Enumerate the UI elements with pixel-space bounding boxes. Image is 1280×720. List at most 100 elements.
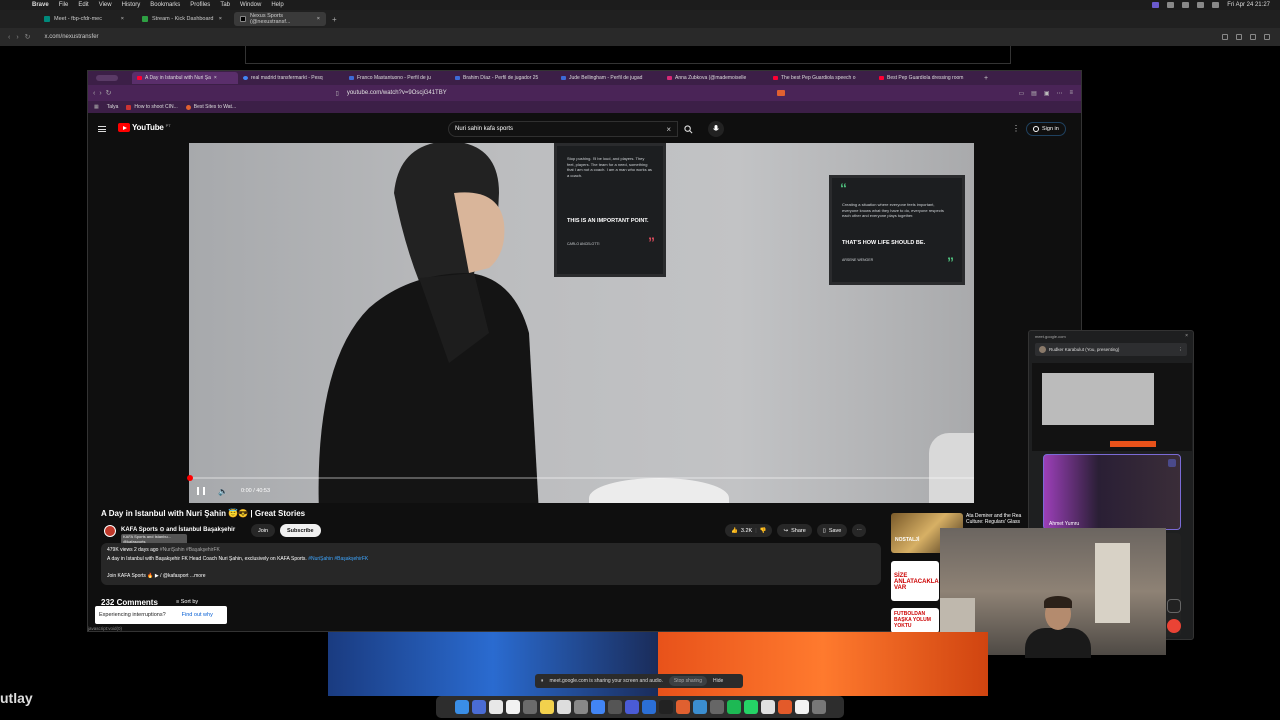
nav-arrows-icon[interactable]: ‹›↻ xyxy=(8,33,37,41)
whatsapp-icon[interactable] xyxy=(743,700,758,714)
related-thumbnail-2[interactable]: SİZE ANLATACAKLARIM VAR xyxy=(891,561,939,601)
related-thumbnail-3[interactable]: FUTBOLDAN BAŞKA YOLUM YOKTU xyxy=(891,608,939,633)
extensions-icon[interactable] xyxy=(1264,34,1270,40)
sign-in-button[interactable]: Sign in xyxy=(1026,122,1066,136)
volume-icon[interactable]: 🔈 xyxy=(218,487,228,496)
outer-tab-x[interactable]: Nexus Sports (@nexustransf... × xyxy=(234,12,326,26)
hide-button[interactable]: Hide xyxy=(713,678,723,684)
terminal-icon[interactable] xyxy=(658,700,673,714)
close-icon[interactable]: × xyxy=(219,16,222,22)
trash-icon[interactable] xyxy=(811,700,826,714)
new-tab-icon[interactable]: + xyxy=(332,15,337,24)
inner-tab-transfermarkt-2[interactable]: Brahim Díaz - Perfil de jugador 25 xyxy=(450,72,556,84)
brave-shield-icon[interactable] xyxy=(776,90,785,96)
close-icon[interactable]: × xyxy=(214,75,217,81)
brave-beta-icon[interactable] xyxy=(777,700,792,714)
menu-profiles[interactable]: Profiles xyxy=(190,2,210,8)
search-button[interactable] xyxy=(678,121,698,137)
menu-clock[interactable]: Fri Apr 24 21:27 xyxy=(1227,2,1270,8)
find-out-why-link[interactable]: Find out why xyxy=(182,612,213,618)
channel-name[interactable]: KAFA Sports ⊙ and İstanbul Başakşehir xyxy=(121,526,235,533)
reminders-icon[interactable] xyxy=(556,700,571,714)
menu-help[interactable]: Help xyxy=(271,2,283,8)
bookmark-talya[interactable]: Talya xyxy=(107,104,119,110)
share-button[interactable]: ↪ Share xyxy=(777,524,812,537)
hashtags[interactable]: #NuriŞahin #BaşakşehirFK xyxy=(308,556,368,562)
inner-tab-youtube-3[interactable]: Best Pep Guardiola dressing room xyxy=(874,72,980,84)
cast-icon[interactable] xyxy=(1222,34,1228,40)
inner-tab-transfermarkt-1[interactable]: Franco Mastantuono - Perfil de ju xyxy=(344,72,450,84)
youtube-logo[interactable]: YouTube PT xyxy=(118,123,171,132)
channel-avatar[interactable] xyxy=(104,525,116,537)
bookmark-icon[interactable]: ▯ xyxy=(336,90,339,97)
inner-tab-google[interactable]: real madrid transfermarkt - Pesq xyxy=(238,72,344,84)
join-button[interactable]: Join xyxy=(251,524,276,537)
calendar-icon[interactable] xyxy=(505,700,520,714)
description-box[interactable]: 479K views 2 days ago #NuriŞahin #Başakş… xyxy=(101,543,881,585)
photos-icon[interactable] xyxy=(488,700,503,714)
vscode-icon[interactable] xyxy=(641,700,656,714)
utility-icon[interactable] xyxy=(709,700,724,714)
outer-tab-meet[interactable]: Meet - fbp-cfdr-mec × xyxy=(38,12,130,26)
screen-share-icon[interactable] xyxy=(1152,2,1160,8)
description-join-line[interactable]: Join KAFA Sports 🔥 ▶ / @kafasport ...mor… xyxy=(107,573,206,579)
video-player[interactable]: Stop pushing. I'll be loud, and players.… xyxy=(189,143,974,503)
brave-shield-icon[interactable] xyxy=(1250,34,1256,40)
more-icon[interactable]: ⋮ xyxy=(1179,347,1184,353)
save-button[interactable]: ▯ Save xyxy=(816,524,848,537)
subscribe-button[interactable]: Subscribe xyxy=(280,524,321,537)
bookmark-icon[interactable] xyxy=(1236,34,1242,40)
battery-icon[interactable] xyxy=(1182,2,1190,8)
grid-icon[interactable]: ▦ xyxy=(94,104,99,110)
teams-icon[interactable] xyxy=(624,700,639,714)
menu-icon[interactable]: ⋯ xyxy=(1056,90,1062,97)
guide-menu-icon[interactable] xyxy=(98,126,106,132)
sort-by-button[interactable]: ≡ Sort by xyxy=(176,599,198,605)
outer-tab-kick[interactable]: Stream - Kick Dashboard × xyxy=(136,12,228,26)
progress-bar[interactable] xyxy=(189,477,974,479)
control-center-icon[interactable] xyxy=(1212,2,1220,8)
close-icon[interactable]: × xyxy=(1185,333,1188,339)
inner-tab-youtube-2[interactable]: The best Pep Guardiola speech o xyxy=(768,72,874,84)
inner-tab-transfermarkt-3[interactable]: Jude Bellingham - Perfil de jugad xyxy=(556,72,662,84)
like-button[interactable]: 👍 3.2K | 👎 xyxy=(725,524,773,537)
sidebar-icon[interactable]: ▭ xyxy=(1018,90,1024,97)
close-icon[interactable]: × xyxy=(121,16,124,22)
search-input[interactable]: Nuri sahin kafa sports × xyxy=(448,121,678,137)
hashtags[interactable]: #NuriŞahin #BaşakşehirFK xyxy=(160,547,220,553)
thumbs-down-icon[interactable]: 👎 xyxy=(760,528,767,534)
related-title-1[interactable]: Ata Demirer and the Rea Culture: Regular… xyxy=(966,513,1031,525)
pip-controls-icon[interactable] xyxy=(1167,599,1181,613)
inner-url[interactable]: youtube.com/watch?v=9OscjG41TBY xyxy=(347,90,447,96)
textedit-icon[interactable] xyxy=(794,700,809,714)
bookmark-best-sites[interactable]: Best Sites to Wat... xyxy=(185,104,236,110)
more-actions-icon[interactable]: ⋯ xyxy=(852,524,866,537)
menu-bookmarks[interactable]: Bookmarks xyxy=(150,2,180,8)
settings-icon[interactable] xyxy=(573,700,588,714)
pause-button[interactable] xyxy=(197,487,205,495)
inner-tab-youtube[interactable]: A Day in Istanbul with Nuri Şa × xyxy=(132,72,238,84)
stop-sharing-button[interactable]: Stop sharing xyxy=(668,676,707,686)
clear-search-icon[interactable]: × xyxy=(666,125,671,134)
hamburger-icon[interactable]: ≡ xyxy=(1069,90,1073,97)
menu-tab[interactable]: Tab xyxy=(220,2,230,8)
notes-icon[interactable] xyxy=(539,700,554,714)
reader-icon[interactable]: ▤ xyxy=(1031,90,1037,97)
nav-arrows-icon[interactable]: ‹›↻ xyxy=(93,89,116,97)
traffic-lights[interactable] xyxy=(96,75,118,81)
chrome-icon[interactable] xyxy=(590,700,605,714)
menu-app-name[interactable]: Brave xyxy=(32,2,49,8)
scrubber-handle[interactable] xyxy=(187,475,193,481)
finder-icon[interactable] xyxy=(454,700,469,714)
inner-tab-instagram[interactable]: Anna Zubkova (@mademoiselle xyxy=(662,72,768,84)
menu-view[interactable]: View xyxy=(99,2,112,8)
menu-file[interactable]: File xyxy=(59,2,69,8)
hang-up-button[interactable] xyxy=(1167,619,1181,633)
new-tab-icon[interactable]: + xyxy=(984,75,988,82)
close-icon[interactable]: × xyxy=(317,16,320,22)
preview-icon[interactable] xyxy=(760,700,775,714)
menu-edit[interactable]: Edit xyxy=(78,2,88,8)
voice-search-button[interactable] xyxy=(708,121,724,137)
participant-tile[interactable]: Ahmet Yumru xyxy=(1043,454,1181,530)
search-icon[interactable] xyxy=(1197,2,1205,8)
